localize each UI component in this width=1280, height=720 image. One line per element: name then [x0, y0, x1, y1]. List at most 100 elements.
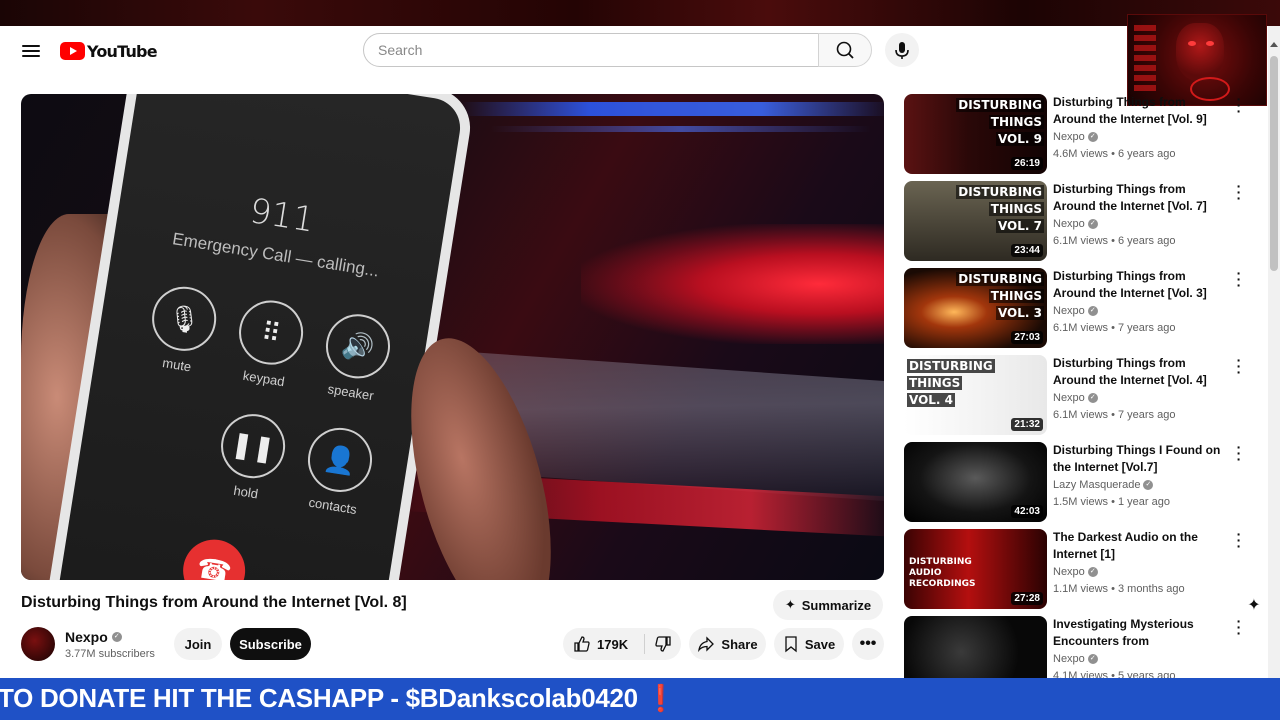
join-button[interactable]: Join [174, 628, 222, 660]
thumbnail-text: DISTURBING AUDIO RECORDINGS [907, 557, 978, 590]
like-count: 179K [597, 636, 629, 652]
thumbnail-text-line: THINGS [988, 115, 1044, 129]
video-thumbnail[interactable]: 42:03 [904, 442, 1047, 522]
verified-icon: ✓ [1087, 132, 1098, 142]
subscribe-button[interactable]: Subscribe [230, 628, 311, 660]
recommended-channel[interactable]: Nexpo ✓ [1053, 131, 1098, 143]
recommended-channel-name: Nexpo [1053, 305, 1085, 317]
recommended-video-title[interactable]: Disturbing Things from Around the Intern… [1053, 94, 1225, 128]
recommended-channel[interactable]: Nexpo ✓ [1053, 392, 1098, 404]
video-thumbnail[interactable]: DISTURBING THINGS VOL. 3 27:03 [904, 268, 1047, 348]
thumbnail-text-line: VOL. 7 [995, 219, 1044, 233]
recommended-video-title[interactable]: Investigating Mysterious Encounters from… [1053, 616, 1225, 650]
save-button[interactable]: Save [774, 628, 844, 660]
video-duration: 26:19 [1011, 157, 1043, 170]
video-thumbnail[interactable]: DISTURBING THINGS VOL. 4 21:32 [904, 355, 1047, 435]
recommended-channel-name: Nexpo [1053, 218, 1085, 230]
speaker-icon: 🔊 [321, 309, 395, 383]
thumbnail-text-line: VOL. 4 [907, 393, 956, 407]
hold-label: hold [232, 482, 260, 502]
recommended-video-meta: 6.1M views • 6 years ago [1053, 235, 1176, 247]
video-player[interactable]: 911 Emergency Call — calling... 🎙 mute ⠿… [21, 94, 884, 580]
subscriber-count: 3.77M subscribers [65, 648, 155, 660]
hold-icon: ❚❚ [216, 409, 290, 483]
recommended-channel-name: Nexpo [1053, 653, 1085, 665]
verified-icon: ✓ [1087, 306, 1098, 316]
more-horizontal-icon: ••• [859, 635, 877, 652]
scrollbar-thumb[interactable] [1270, 56, 1278, 271]
like-dislike-group: 179K [563, 628, 681, 660]
video-title: Disturbing Things from Around the Intern… [21, 594, 407, 611]
recommended-video-title[interactable]: Disturbing Things from Around the Intern… [1053, 181, 1225, 215]
video-duration: 27:28 [1011, 592, 1043, 605]
recommended-video-title[interactable]: The Darkest Audio on the Internet [1] [1053, 529, 1225, 563]
recommended-video[interactable]: 42:03 Disturbing Things I Found on the In… [904, 440, 1249, 522]
video-duration: 21:32 [1011, 418, 1043, 431]
video-thumbnail[interactable]: DISTURBING THINGS VOL. 9 26:19 [904, 94, 1047, 174]
dislike-button[interactable] [645, 635, 681, 653]
more-vertical-icon[interactable]: · · · [1236, 614, 1242, 640]
thumbnail-text-line: DISTURBING [956, 272, 1044, 286]
recommended-video-title[interactable]: Disturbing Things from Around the Intern… [1053, 268, 1225, 302]
channel-name[interactable]: Nexpo ✓ [65, 629, 122, 645]
verified-icon: ✓ [1087, 567, 1098, 577]
youtube-play-icon [60, 42, 85, 60]
video-thumbnail[interactable]: DISTURBING THINGS VOL. 7 23:44 [904, 181, 1047, 261]
summarize-button[interactable]: ✦ Summarize [773, 590, 883, 620]
sparkle-icon: ✦ [1247, 597, 1261, 614]
youtube-logo[interactable]: YouTube [60, 40, 158, 62]
mute-label: mute [161, 355, 193, 375]
more-actions-button[interactable]: ••• [852, 628, 884, 660]
thumbnail-text-line: VOL. 9 [995, 132, 1044, 146]
contacts-icon: 👤 [303, 423, 377, 497]
recommended-channel-name: Nexpo [1053, 566, 1085, 578]
recommended-channel[interactable]: Nexpo ✓ [1053, 653, 1098, 665]
share-button[interactable]: Share [689, 628, 766, 660]
more-vertical-icon[interactable]: · · · [1236, 527, 1242, 553]
recommended-video[interactable]: DISTURBING AUDIO RECORDINGS 27:28 The Darkes… [904, 527, 1249, 609]
channel-avatar[interactable] [21, 627, 55, 661]
search-placeholder: Search [378, 42, 423, 58]
more-vertical-icon[interactable]: · · · [1236, 92, 1242, 118]
menu-icon[interactable] [20, 42, 42, 62]
verified-icon: ✓ [111, 632, 122, 642]
recommended-channel[interactable]: Nexpo ✓ [1053, 218, 1098, 230]
thumbnail-text-line: DISTURBING [956, 185, 1044, 199]
recommended-video[interactable]: DISTURBING THINGS VOL. 3 27:03 Disturbing Th… [904, 266, 1249, 348]
like-button[interactable]: 179K [563, 634, 645, 654]
video-duration: 27:03 [1011, 331, 1043, 344]
more-vertical-icon[interactable]: · · · [1236, 266, 1242, 292]
sparkle-icon: ✦ [784, 597, 796, 612]
ai-sparkle-button[interactable]: ✦ [1244, 596, 1264, 616]
donation-ticker: TO DONATE HIT THE CASHAPP - $BDankscolab… [0, 678, 1280, 720]
search-input[interactable]: Search [363, 33, 819, 67]
mute-icon: 🎙 [147, 282, 221, 356]
video-duration: 23:44 [1011, 244, 1043, 257]
recommended-video-title[interactable]: Disturbing Things I Found on the Interne… [1053, 442, 1225, 476]
recommended-channel[interactable]: Lazy Masquerade ✓ [1053, 479, 1154, 491]
recommended-video-meta: 1.1M views • 3 months ago [1053, 583, 1185, 595]
recommended-video-title[interactable]: Disturbing Things from Around the Intern… [1053, 355, 1225, 389]
recommended-video[interactable]: DISTURBING THINGS VOL. 7 23:44 Disturbing Th… [904, 179, 1249, 261]
scroll-up-arrow-icon[interactable] [1270, 42, 1278, 47]
recommended-channel[interactable]: Nexpo ✓ [1053, 305, 1098, 317]
recommended-video[interactable]: DISTURBING THINGS VOL. 9 26:19 Disturbing Th… [904, 92, 1249, 174]
video-thumbnail[interactable]: DISTURBING AUDIO RECORDINGS 27:28 [904, 529, 1047, 609]
exclamation-icon: ❗ [644, 683, 677, 713]
scrollbar[interactable] [1268, 26, 1280, 678]
verified-icon: ✓ [1143, 480, 1154, 490]
search-button[interactable] [818, 33, 872, 67]
thumbnail-text-line: DISTURBING [956, 98, 1044, 112]
keypad-label: keypad [241, 367, 286, 390]
voice-search-button[interactable] [885, 33, 919, 67]
channel-name-text: Nexpo [65, 629, 108, 645]
bookmark-icon [785, 636, 797, 653]
more-vertical-icon[interactable]: · · · [1236, 353, 1242, 379]
recommended-channel[interactable]: Nexpo ✓ [1053, 566, 1098, 578]
more-vertical-icon[interactable]: · · · [1236, 179, 1242, 205]
recommended-video[interactable]: DISTURBING THINGS VOL. 4 21:32 Disturbing Th… [904, 353, 1249, 435]
thumbnail-text-line: AUDIO [909, 568, 942, 578]
more-vertical-icon[interactable]: · · · [1236, 440, 1242, 466]
thumbnail-text: DISTURBING THINGS VOL. 9 [956, 97, 1044, 148]
keypad-icon: ⠿ [234, 295, 308, 370]
